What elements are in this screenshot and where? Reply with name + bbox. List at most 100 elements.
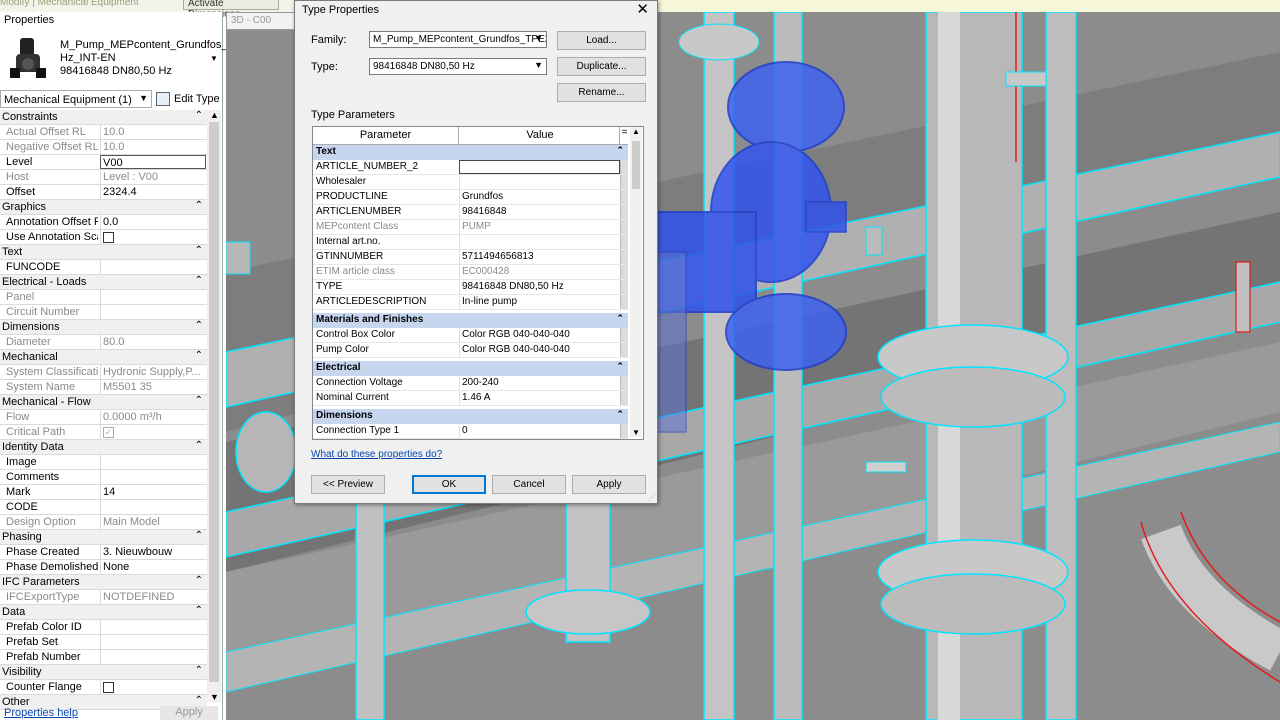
property-value[interactable]: V00 (100, 155, 206, 169)
parameter-row[interactable]: ARTICLENUMBER 98416848 (313, 205, 628, 220)
property-group-header[interactable]: Graphics ⌃ (0, 200, 207, 215)
checkbox[interactable] (103, 231, 114, 243)
formula-button[interactable] (620, 328, 628, 342)
collapse-icon[interactable]: ⌃ (195, 200, 203, 211)
parameter-row[interactable]: Control Box Color Color RGB 040-040-040 (313, 328, 628, 343)
parameter-value[interactable]: Color RGB 040-040-040 (459, 328, 620, 342)
collapse-icon[interactable]: ⌃ (616, 409, 624, 420)
property-row[interactable]: Annotation Offset RL 0.0 (0, 215, 207, 230)
parameter-row[interactable]: ETIM article class EC000428 (313, 265, 628, 280)
table-scrollbar[interactable]: ▲ ▼ (630, 127, 642, 437)
property-row[interactable]: Negative Offset RL 10.0 (0, 140, 207, 155)
parameter-value[interactable]: In-line pump (459, 295, 620, 309)
property-row[interactable]: Level V00 (0, 155, 207, 170)
property-value[interactable] (100, 230, 206, 244)
property-value[interactable] (100, 650, 206, 664)
scroll-thumb[interactable] (632, 141, 640, 189)
parameter-row[interactable]: Pump Color Color RGB 040-040-040 (313, 343, 628, 358)
scroll-thumb[interactable] (209, 122, 219, 682)
edit-type-button[interactable]: Edit Type (156, 90, 220, 110)
formula-button[interactable] (620, 175, 628, 189)
parameter-row[interactable]: Connection Type 1 0 (313, 424, 628, 439)
property-row[interactable]: Host Level : V00 (0, 170, 207, 185)
parameter-row[interactable]: Nominal Current 1.46 A (313, 391, 628, 406)
type-dropdown-icon[interactable]: ▼ (210, 54, 218, 63)
property-value[interactable] (100, 500, 206, 514)
formula-button[interactable] (620, 190, 628, 204)
collapse-icon[interactable]: ⌃ (195, 110, 203, 121)
formula-button[interactable] (620, 265, 628, 279)
parameter-value[interactable]: 5711494656813 (459, 250, 620, 264)
property-row[interactable]: System ClassificationHydronic Supply,P..… (0, 365, 207, 380)
collapse-icon[interactable]: ⌃ (195, 605, 203, 616)
checkbox[interactable] (103, 681, 114, 693)
element-filter-dropdown[interactable]: Mechanical Equipment (1) ▼ (0, 90, 152, 108)
property-group-header[interactable]: Data ⌃ (0, 605, 207, 620)
parameter-row[interactable]: GTINNUMBER 5711494656813 (313, 250, 628, 265)
parameter-value[interactable]: 0 (459, 424, 620, 438)
formula-button[interactable] (620, 280, 628, 294)
collapse-icon[interactable]: ⌃ (195, 665, 203, 676)
property-group-header[interactable]: Constraints ⌃ (0, 110, 207, 125)
properties-apply-button[interactable]: Apply (160, 706, 218, 720)
property-value[interactable]: 3. Nieuwbouw (100, 545, 206, 559)
parameter-row[interactable]: Wholesaler (313, 175, 628, 190)
formula-button[interactable] (620, 343, 628, 357)
parameter-group-header[interactable]: Electrical ⌃ (313, 361, 628, 376)
formula-button[interactable] (620, 235, 628, 249)
ok-button[interactable]: OK (412, 475, 486, 494)
formula-button[interactable] (620, 376, 628, 390)
parameter-value[interactable]: Grundfos (459, 190, 620, 204)
property-row[interactable]: Prefab Color ID (0, 620, 207, 635)
property-group-header[interactable]: Mechanical - Flow ⌃ (0, 395, 207, 410)
property-value[interactable] (100, 470, 206, 484)
cancel-button[interactable]: Cancel (492, 475, 566, 494)
property-row[interactable]: System Name M5501 35 (0, 380, 207, 395)
view-tab[interactable]: 3D - C00 (226, 12, 296, 30)
formula-button[interactable] (620, 391, 628, 405)
property-group-header[interactable]: Electrical - Loads ⌃ (0, 275, 207, 290)
property-row[interactable]: Prefab Set (0, 635, 207, 650)
property-value[interactable]: 0.0 (100, 215, 206, 229)
parameter-value[interactable]: 98416848 (459, 205, 620, 219)
help-link[interactable]: What do these properties do? (311, 449, 442, 460)
collapse-icon[interactable]: ⌃ (195, 440, 203, 451)
resize-grip-icon[interactable]: ⋰ (648, 493, 656, 502)
collapse-icon[interactable]: ⌃ (195, 695, 203, 706)
scroll-down-icon[interactable]: ▼ (632, 428, 640, 437)
property-row[interactable]: Panel (0, 290, 207, 305)
parameter-row[interactable]: Internal art.no. (313, 235, 628, 250)
collapse-icon[interactable]: ⌃ (616, 145, 624, 156)
property-row[interactable]: Diameter 80.0 (0, 335, 207, 350)
type-dropdown[interactable]: 98416848 DN80,50 Hz ▼ (369, 58, 547, 75)
property-row[interactable]: FUNCODE (0, 260, 207, 275)
column-header-value[interactable]: Value (460, 127, 620, 144)
collapse-icon[interactable]: ⌃ (195, 245, 203, 256)
property-row[interactable]: Critical Path ✓ (0, 425, 207, 440)
duplicate-button[interactable]: Duplicate... (557, 57, 646, 76)
parameter-value[interactable] (459, 175, 620, 189)
property-row[interactable]: IFCExportType NOTDEFINED (0, 590, 207, 605)
load-button[interactable]: Load... (557, 31, 646, 50)
property-value[interactable] (100, 635, 206, 649)
formula-button[interactable] (620, 220, 628, 234)
property-value[interactable]: 14 (100, 485, 206, 499)
parameter-value[interactable]: 200-240 (459, 376, 620, 390)
family-dropdown[interactable]: M_Pump_MEPcontent_Grundfos_TPE2_ ▼ (369, 31, 547, 48)
close-icon[interactable]: ✕ (636, 0, 649, 18)
collapse-icon[interactable]: ⌃ (616, 361, 624, 372)
scroll-down-icon[interactable]: ▼ (210, 692, 219, 702)
parameter-group-header[interactable]: Dimensions ⌃ (313, 409, 628, 424)
parameter-value[interactable]: 98416848 DN80,50 Hz (459, 280, 620, 294)
scroll-up-icon[interactable]: ▲ (210, 110, 219, 120)
column-header-formula[interactable]: = (619, 127, 629, 144)
property-row[interactable]: CODE (0, 500, 207, 515)
formula-button[interactable] (620, 424, 628, 438)
property-row[interactable]: Actual Offset RL 10.0 (0, 125, 207, 140)
property-row[interactable]: Offset 2324.4 (0, 185, 207, 200)
formula-button[interactable] (620, 295, 628, 309)
parameter-row[interactable]: Connection Voltage 200-240 (313, 376, 628, 391)
parameter-value[interactable] (459, 160, 620, 174)
parameter-group-header[interactable]: Text ⌃ (313, 145, 628, 160)
rename-button[interactable]: Rename... (557, 83, 646, 102)
